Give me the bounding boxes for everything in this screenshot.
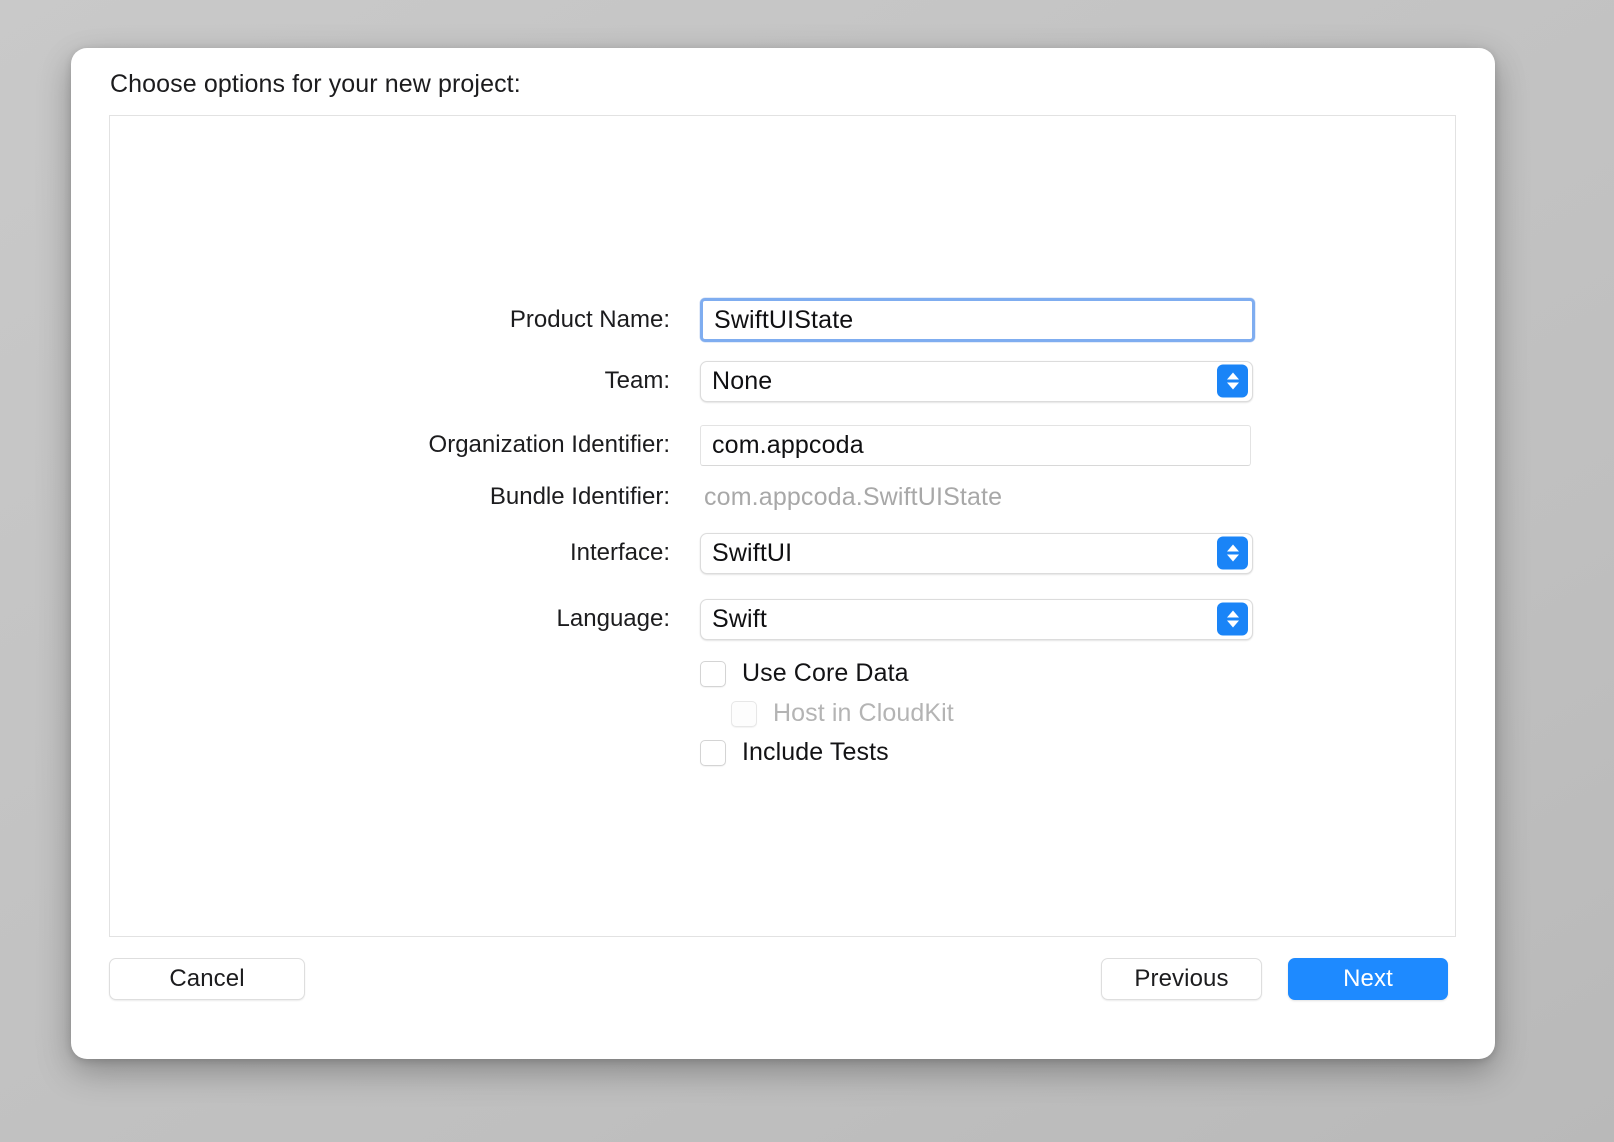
- form-row-bundle-identifier: Bundle Identifier: com.appcoda.SwiftUISt…: [110, 475, 1290, 519]
- form-row-team: Team: None: [110, 359, 1290, 403]
- interface-selected-value: SwiftUI: [712, 538, 793, 567]
- form-row-interface: Interface: SwiftUI: [110, 531, 1290, 575]
- checkbox-label-host-in-cloudkit: Host in CloudKit: [773, 699, 954, 727]
- organization-identifier-value: com.appcoda: [712, 430, 864, 459]
- checkbox-label-use-core-data: Use Core Data: [742, 659, 909, 687]
- checkbox-include-tests[interactable]: [700, 739, 726, 766]
- chevron-up-down-icon[interactable]: [1217, 364, 1248, 398]
- checkbox-host-in-cloudkit: [731, 700, 757, 727]
- interface-select[interactable]: SwiftUI: [700, 532, 1253, 574]
- field-wrap-product-name: SwiftUIState: [700, 298, 1255, 342]
- form-row-organization-identifier: Organization Identifier: com.appcoda: [110, 423, 1290, 467]
- label-organization-identifier: Organization Identifier:: [428, 431, 670, 458]
- label-language: Language:: [556, 605, 670, 632]
- label-interface: Interface:: [569, 539, 670, 566]
- field-wrap-language: Swift: [700, 598, 1253, 640]
- page-title: Choose options for your new project:: [110, 70, 521, 98]
- chevron-up-down-icon[interactable]: [1217, 536, 1248, 570]
- field-wrap-bundle-identifier: com.appcoda.SwiftUIState: [700, 483, 1002, 512]
- form-row-language: Language: Swift: [110, 597, 1290, 641]
- language-select[interactable]: Swift: [700, 598, 1253, 640]
- label-team: Team:: [604, 367, 670, 394]
- field-wrap-interface: SwiftUI: [700, 532, 1253, 574]
- checkbox-label-include-tests: Include Tests: [742, 738, 889, 766]
- options-panel: Product Name: SwiftUIState Team: None Or…: [109, 115, 1456, 937]
- checkbox-use-core-data[interactable]: [700, 660, 726, 687]
- field-wrap-team: None: [700, 360, 1253, 402]
- chevron-up-down-icon[interactable]: [1217, 602, 1248, 636]
- team-select[interactable]: None: [700, 360, 1253, 402]
- cancel-button[interactable]: Cancel: [109, 958, 305, 1000]
- team-selected-value: None: [712, 366, 773, 395]
- organization-identifier-input[interactable]: com.appcoda: [700, 424, 1251, 466]
- label-bundle-identifier: Bundle Identifier:: [489, 483, 670, 510]
- form-row-product-name: Product Name: SwiftUIState: [110, 298, 1290, 342]
- next-button[interactable]: Next: [1288, 958, 1448, 1000]
- checkbox-row-host-in-cloudkit: Host in CloudKit: [731, 699, 954, 728]
- bundle-identifier-value: com.appcoda.SwiftUIState: [704, 482, 1003, 511]
- product-name-input[interactable]: SwiftUIState: [700, 298, 1255, 342]
- checkbox-row-include-tests[interactable]: Include Tests: [700, 738, 889, 767]
- field-wrap-organization-identifier: com.appcoda: [700, 424, 1251, 466]
- language-selected-value: Swift: [712, 604, 767, 633]
- new-project-options-dialog: Choose options for your new project: Pro…: [71, 48, 1495, 1059]
- checkbox-row-use-core-data[interactable]: Use Core Data: [700, 659, 909, 688]
- label-product-name: Product Name:: [509, 306, 670, 333]
- product-name-value: SwiftUIState: [714, 305, 854, 334]
- previous-button[interactable]: Previous: [1101, 958, 1262, 1000]
